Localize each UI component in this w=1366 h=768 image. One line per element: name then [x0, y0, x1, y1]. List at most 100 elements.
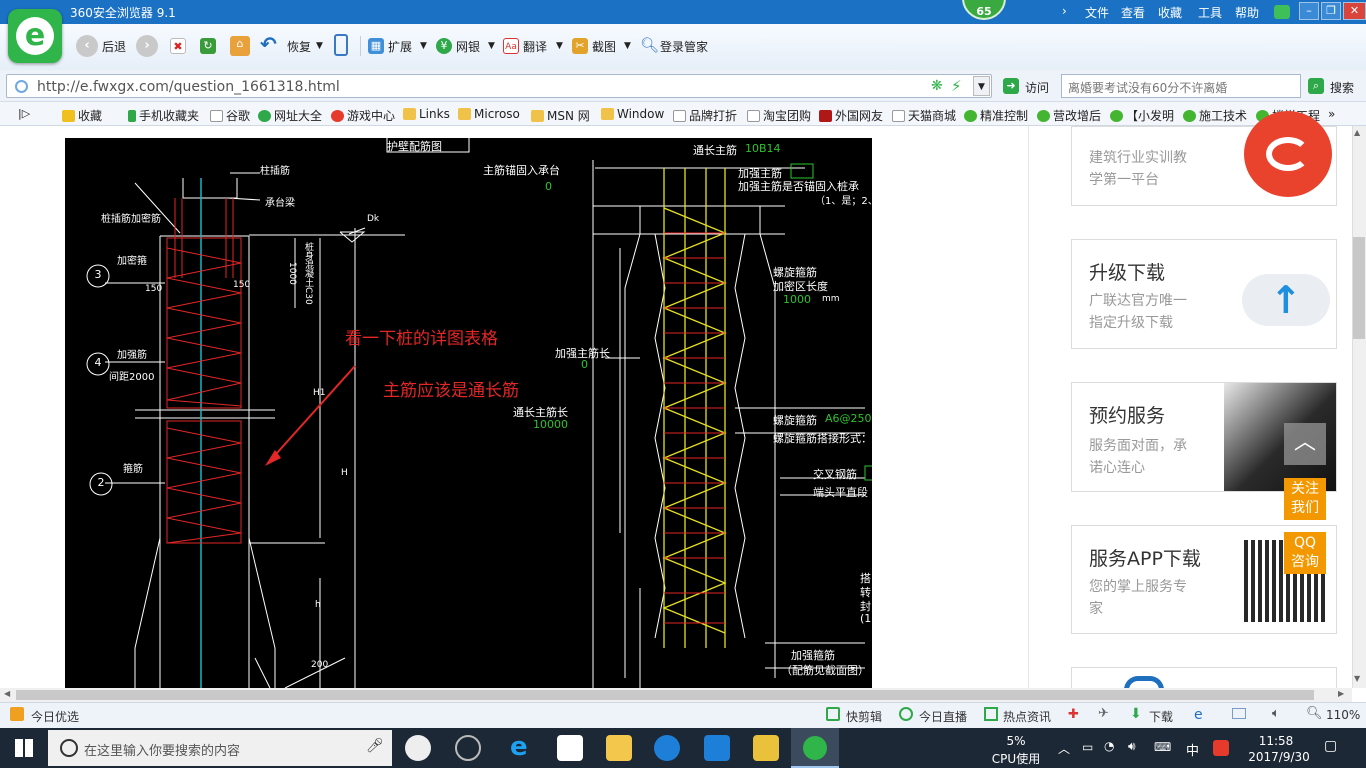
- horizontal-scroll-thumb[interactable]: [16, 690, 1314, 700]
- restore-button[interactable]: 恢复: [287, 38, 311, 55]
- refresh-icon[interactable]: ↻: [200, 38, 216, 54]
- menu-chevron-icon[interactable]: ›: [1062, 4, 1067, 18]
- fav-foreign[interactable]: 外国网友: [819, 107, 883, 124]
- search-icon[interactable]: ⌕: [1308, 78, 1324, 94]
- magnifier-icon[interactable]: 🔍︎: [640, 36, 659, 54]
- fav-vat[interactable]: 营改增后: [1037, 107, 1101, 124]
- fav-microsoft[interactable]: Microso: [458, 107, 520, 121]
- translate-icon[interactable]: Aa: [503, 38, 519, 54]
- taskbar-search-input[interactable]: 在这里输入你要搜索的内容: [84, 740, 240, 759]
- zoom-icon[interactable]: 🔍︎: [1306, 706, 1323, 721]
- scissors-icon[interactable]: ✂: [572, 38, 588, 54]
- url-text[interactable]: http://e.fwxgx.com/question_1661318.html: [37, 79, 340, 95]
- browser-logo-icon[interactable]: e: [8, 9, 62, 63]
- health-icon[interactable]: ✚: [1068, 707, 1079, 722]
- go-arrow-icon[interactable]: ➜: [1003, 78, 1019, 94]
- fav-brand-sale[interactable]: 品牌打折: [673, 107, 737, 124]
- extend-button[interactable]: 扩展: [388, 38, 412, 55]
- login-manager-button[interactable]: 登录管家: [660, 38, 708, 55]
- mobile-icon[interactable]: [334, 34, 348, 56]
- zoom-level[interactable]: 110%: [1326, 708, 1360, 722]
- clock-time[interactable]: 11:58: [1246, 734, 1306, 748]
- sidebar-toggle-icon[interactable]: |▷: [18, 107, 30, 120]
- window-icon[interactable]: [1232, 708, 1246, 719]
- speaker-icon[interactable]: 🔊︎: [1128, 739, 1136, 754]
- download-link[interactable]: 下载: [1149, 708, 1173, 725]
- network-icon[interactable]: ◔: [1104, 739, 1114, 753]
- netbank-icon[interactable]: ¥: [436, 38, 452, 54]
- daily-pick-link[interactable]: 今日优选: [31, 708, 79, 725]
- minimize-button[interactable]: –: [1299, 2, 1319, 20]
- netbank-button[interactable]: 网银: [456, 38, 480, 55]
- fav-windows[interactable]: Window: [601, 107, 664, 121]
- restore-dropdown-icon[interactable]: ▼: [316, 41, 323, 51]
- fav-msn[interactable]: MSN 网: [531, 107, 590, 124]
- card-training[interactable]: 建筑行业实训教 学第一平台: [1071, 111, 1337, 206]
- app-plus-icon[interactable]: [704, 735, 730, 761]
- sogou-ime-icon[interactable]: [1213, 740, 1229, 756]
- fav-google[interactable]: 谷歌: [210, 107, 250, 124]
- keyboard-icon[interactable]: ⌨: [1154, 740, 1171, 754]
- app-g-icon[interactable]: [654, 735, 680, 761]
- notes-icon[interactable]: [753, 735, 779, 761]
- back-button[interactable]: 后退: [102, 38, 126, 55]
- menu-file[interactable]: 文件: [1085, 4, 1109, 21]
- battery-icon[interactable]: ▭: [1082, 740, 1093, 754]
- scroll-up-icon[interactable]: ▲: [1354, 128, 1360, 137]
- task-app-icon[interactable]: [455, 735, 481, 761]
- clock-date[interactable]: 2017/9/30: [1246, 750, 1312, 764]
- fav-links[interactable]: Links: [403, 107, 450, 121]
- search-button[interactable]: 搜索: [1330, 79, 1354, 96]
- volume-icon[interactable]: 🔈︎: [1272, 706, 1280, 721]
- fav-tmall[interactable]: 天猫商城: [892, 107, 956, 124]
- fav-precision[interactable]: 精准控制: [964, 107, 1028, 124]
- ime-indicator[interactable]: 中: [1186, 740, 1199, 759]
- restore-icon[interactable]: ↶: [260, 34, 277, 54]
- forward-arrow-icon[interactable]: ›: [136, 35, 158, 57]
- taskbar-search-box[interactable]: 在这里输入你要搜索的内容 🎤︎: [48, 730, 392, 766]
- fav-favorites[interactable]: 收藏: [62, 107, 102, 124]
- notification-icon[interactable]: ▢: [1324, 738, 1337, 754]
- quick-edit-link[interactable]: 快剪辑: [846, 708, 882, 725]
- screenshot-button[interactable]: 截图: [592, 38, 616, 55]
- microphone-icon[interactable]: 🎤︎: [366, 738, 384, 754]
- fav-invention[interactable]: 【小发明: [1110, 107, 1174, 124]
- pin-icon[interactable]: ✈: [1098, 706, 1109, 721]
- fav-mobile[interactable]: 手机收藏夹: [128, 107, 199, 124]
- active-browser-task[interactable]: [791, 728, 839, 768]
- extend-icon[interactable]: ▦: [368, 38, 384, 54]
- menu-view[interactable]: 查看: [1121, 4, 1145, 21]
- netbank-dropdown-icon[interactable]: ▼: [488, 41, 495, 51]
- live-link[interactable]: 今日直播: [919, 708, 967, 725]
- visit-button[interactable]: 访问: [1025, 79, 1049, 96]
- menu-help[interactable]: 帮助: [1235, 4, 1259, 21]
- follow-us-button[interactable]: 关注我们: [1284, 478, 1326, 520]
- menu-favorites[interactable]: 收藏: [1158, 4, 1182, 21]
- scroll-down-icon[interactable]: ▼: [1354, 674, 1360, 683]
- address-bar[interactable]: http://e.fwxgx.com/question_1661318.html…: [6, 74, 992, 98]
- menu-tools[interactable]: 工具: [1198, 4, 1222, 21]
- speed-icon[interactable]: ⚡: [951, 77, 962, 95]
- explorer-folder-icon[interactable]: [606, 735, 632, 761]
- back-arrow-icon[interactable]: ‹: [76, 35, 98, 57]
- fav-taobao[interactable]: 淘宝团购: [747, 107, 811, 124]
- favorites-overflow-icon[interactable]: »: [1328, 107, 1335, 121]
- card-upgrade-download[interactable]: 升级下载 广联达官方唯一 指定升级下载 ↑: [1071, 239, 1337, 349]
- screenshot-dropdown-icon[interactable]: ▼: [624, 41, 631, 51]
- search-input[interactable]: 离婚要考试没有60分不许离婚: [1068, 79, 1227, 96]
- translate-button[interactable]: 翻译: [523, 38, 547, 55]
- ie-icon[interactable]: e: [1194, 707, 1203, 723]
- vertical-scrollbar[interactable]: [1352, 126, 1366, 688]
- vertical-scroll-thumb[interactable]: [1353, 237, 1365, 339]
- search-box[interactable]: 离婚要考试没有60分不许离婚: [1061, 74, 1301, 98]
- address-dropdown-icon[interactable]: ▼: [973, 76, 990, 96]
- store-icon[interactable]: [557, 735, 583, 761]
- fav-site-nav[interactable]: 网址大全: [258, 107, 322, 124]
- back-to-top-button[interactable]: ︿: [1284, 423, 1326, 465]
- tray-chevron-icon[interactable]: ︿: [1058, 740, 1070, 757]
- close-button[interactable]: ✕: [1343, 2, 1366, 20]
- qq-consult-button[interactable]: QQ咨询: [1284, 532, 1326, 574]
- security-icon[interactable]: ❋: [931, 78, 943, 94]
- windows-start-icon[interactable]: [15, 739, 33, 757]
- skin-shirt-icon[interactable]: [1274, 5, 1290, 19]
